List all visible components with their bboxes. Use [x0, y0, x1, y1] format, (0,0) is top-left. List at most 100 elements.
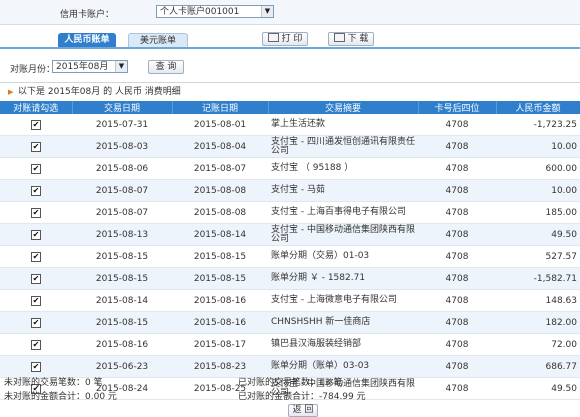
trade-date: 2015-07-31	[72, 114, 172, 136]
card-last4: 4708	[418, 223, 496, 246]
card-last4: 4708	[418, 135, 496, 158]
transaction-desc: 掌上生活还款	[268, 114, 418, 136]
amount: -1,723.25	[496, 114, 580, 136]
trade-date: 2015-08-06	[72, 157, 172, 180]
post-date: 2015-08-15	[172, 245, 268, 268]
transaction-desc: 支付宝 - 四川通发恒创通讯有限责任公司	[268, 135, 418, 158]
row-checkbox[interactable]: ✔	[0, 179, 72, 202]
post-date: 2015-08-08	[172, 201, 268, 224]
card-last4: 4708	[418, 289, 496, 312]
trade-date: 2015-08-13	[72, 223, 172, 246]
summary-label: 未对账的金额合计：	[4, 392, 86, 402]
summary-value: 0.00 元	[85, 392, 117, 402]
post-date: 2015-08-16	[172, 311, 268, 334]
row-checkbox[interactable]: ✔	[0, 223, 72, 246]
transaction-desc: 支付宝 - 上海微意电子有限公司	[268, 289, 418, 312]
row-checkbox[interactable]: ✔	[0, 201, 72, 224]
checkbox[interactable]: ✔	[31, 273, 41, 284]
checkbox[interactable]: ✔	[31, 207, 41, 218]
printer-icon	[267, 33, 279, 42]
table-row: ✔ 2015-08-16 2015-08-17 镇巴县汉海服装经销部 4708 72.00	[0, 333, 580, 356]
card-last4: 4708	[418, 201, 496, 224]
transaction-desc: 账单分期 ￥ - 1582.71	[268, 267, 418, 290]
checkbox[interactable]: ✔	[31, 229, 41, 240]
print-button[interactable]: 打 印	[262, 32, 308, 46]
checkbox[interactable]: ✔	[31, 295, 41, 306]
table-row: ✔ 2015-08-07 2015-08-08 支付宝 - 马茹 4708 10.00	[0, 179, 580, 202]
amount: 10.00	[496, 179, 580, 202]
checkbox[interactable]: ✔	[31, 185, 41, 196]
unchecked-total: 未对账的金额合计：0.00 元	[4, 389, 117, 402]
caption-text: 以下是 2015年08月 的 人民币 消费明细	[18, 87, 181, 97]
print-label: 打 印	[281, 34, 303, 44]
row-checkbox[interactable]: ✔	[0, 114, 72, 136]
checkbox[interactable]: ✔	[31, 317, 41, 328]
card-last4: 4708	[418, 179, 496, 202]
card-last4: 4708	[418, 333, 496, 356]
chevron-down-icon[interactable]: ▼	[115, 61, 127, 72]
account-label: 信用卡账户：	[60, 10, 115, 20]
trade-date: 2015-08-15	[72, 245, 172, 268]
amount: -1,582.71	[496, 267, 580, 290]
month-select[interactable]: 2015年08月 ▼	[52, 60, 128, 73]
post-date: 2015-08-17	[172, 333, 268, 356]
row-checkbox[interactable]: ✔	[0, 333, 72, 356]
trade-date: 2015-08-07	[72, 201, 172, 224]
post-date: 2015-08-16	[172, 289, 268, 312]
account-select[interactable]: 个人卡账户001001 ▼	[156, 5, 274, 18]
row-checkbox[interactable]: ✔	[0, 135, 72, 158]
post-date: 2015-08-01	[172, 114, 268, 136]
summary-label: 已对账的金额合计：	[238, 392, 320, 402]
post-date: 2015-08-08	[172, 179, 268, 202]
trade-date: 2015-08-14	[72, 289, 172, 312]
row-checkbox[interactable]: ✔	[0, 311, 72, 334]
transaction-desc: 支付宝 - 马茹	[268, 179, 418, 202]
post-date: 2015-08-04	[172, 135, 268, 158]
checkbox[interactable]: ✔	[31, 251, 41, 262]
transaction-desc: CHNSHSHH 新一佳商店	[268, 311, 418, 334]
amount: 600.00	[496, 157, 580, 180]
row-checkbox[interactable]: ✔	[0, 245, 72, 268]
table-row: ✔ 2015-08-13 2015-08-14 支付宝 - 中国移动通信集团陕西有限公…	[0, 223, 580, 246]
tab-rmb-statement[interactable]: 人民币账单	[58, 33, 116, 47]
amount: 527.57	[496, 245, 580, 268]
post-date: 2015-08-15	[172, 267, 268, 290]
transactions-table: 对账请勾选 交易日期 记账日期 交易摘要 卡号后四位 人民币金额 ✔ 2015-0…	[0, 101, 580, 400]
post-date: 2015-08-07	[172, 157, 268, 180]
download-button[interactable]: 下 载	[328, 32, 374, 46]
summary: 未对账的交易笔数：0 笔 未对账的金额合计：0.00 元 已对账的交易笔数：13…	[0, 373, 580, 402]
checkbox[interactable]: ✔	[31, 339, 41, 350]
col-header-check: 对账请勾选	[0, 101, 73, 114]
checked-count: 已对账的交易笔数：13 笔	[238, 375, 342, 388]
checkbox[interactable]: ✔	[31, 119, 41, 130]
row-checkbox[interactable]: ✔	[0, 289, 72, 312]
back-button[interactable]: 返 回	[288, 404, 318, 417]
checkbox[interactable]: ✔	[31, 361, 41, 372]
col-header-card: 卡号后四位	[418, 101, 497, 114]
trade-date: 2015-08-16	[72, 333, 172, 356]
transaction-desc: 支付宝 - 上海百事得电子有限公司	[268, 201, 418, 224]
amount: 10.00	[496, 135, 580, 158]
card-last4: 4708	[418, 157, 496, 180]
card-last4: 4708	[418, 245, 496, 268]
chevron-down-icon[interactable]: ▼	[261, 6, 273, 17]
checkbox[interactable]: ✔	[31, 163, 41, 174]
unchecked-count: 未对账的交易笔数：0 笔	[4, 375, 103, 388]
tab-usd-statement[interactable]: 美元账单	[128, 33, 188, 47]
summary-label: 已对账的交易笔数：	[238, 378, 320, 388]
query-button[interactable]: 查 询	[148, 60, 184, 74]
download-icon	[333, 33, 345, 42]
post-date: 2015-08-14	[172, 223, 268, 246]
amount: 185.00	[496, 201, 580, 224]
amount: 182.00	[496, 311, 580, 334]
checkbox[interactable]: ✔	[31, 141, 41, 152]
row-checkbox[interactable]: ✔	[0, 157, 72, 180]
summary-value: 13 笔	[319, 378, 343, 388]
col-header-amount: 人民币金额	[496, 101, 580, 114]
table-row: ✔ 2015-08-07 2015-08-08 支付宝 - 上海百事得电子有限公司 47…	[0, 201, 580, 224]
table-row: ✔ 2015-08-14 2015-08-16 支付宝 - 上海微意电子有限公司 470…	[0, 289, 580, 312]
checked-total: 已对账的金额合计：-784.99 元	[238, 389, 366, 402]
table-row: ✔ 2015-08-15 2015-08-15 账单分期（交易）01-03 4708 52…	[0, 245, 580, 268]
transaction-desc: 镇巴县汉海服装经销部	[268, 333, 418, 356]
row-checkbox[interactable]: ✔	[0, 267, 72, 290]
